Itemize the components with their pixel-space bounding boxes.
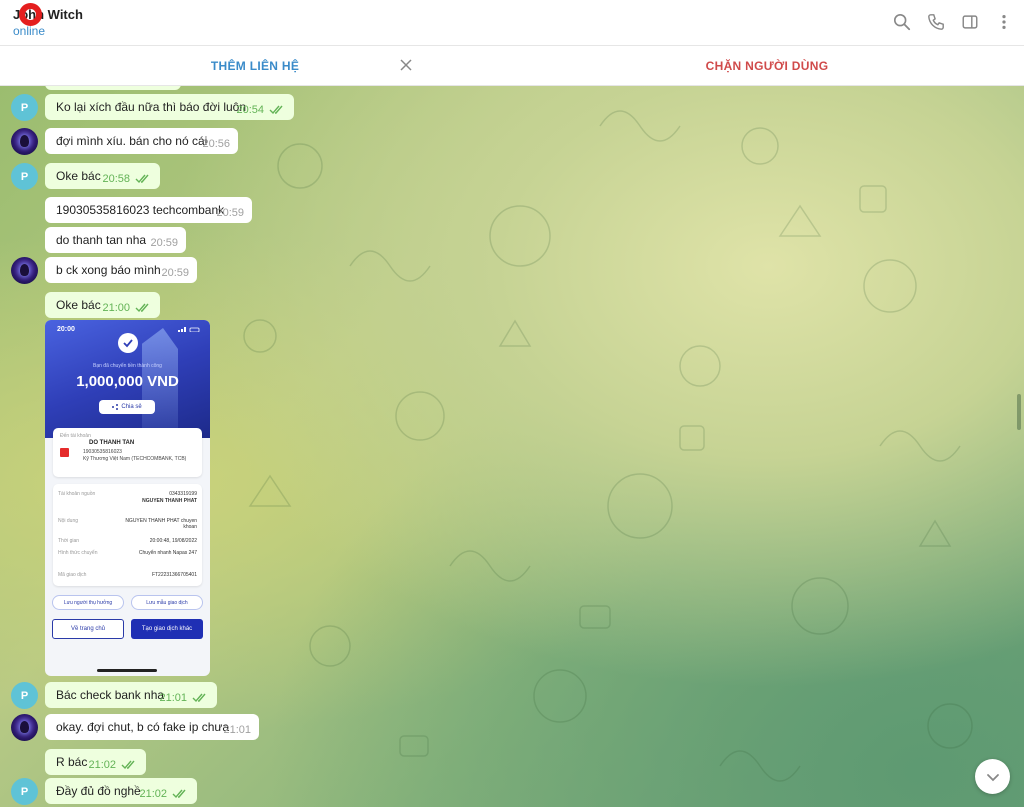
- home-indicator: [97, 669, 157, 672]
- previous-message-stub: [45, 86, 181, 90]
- phone-icon[interactable]: [926, 12, 946, 32]
- txn-value: FT22231366705401: [151, 572, 197, 578]
- time-value: 20:00:48, 19/08/2022: [149, 538, 197, 544]
- source-name: NGUYEN THANH PHAT: [142, 498, 197, 504]
- recipient-bank: Kỹ Thương Việt Nam (TECHCOMBANK, TCB): [83, 456, 187, 462]
- share-label: Chia sẻ: [121, 404, 142, 410]
- message-time: 20:59: [216, 207, 244, 219]
- message-time: 21:02: [139, 788, 167, 800]
- double-check-icon: [172, 789, 186, 799]
- save-beneficiary-button: Lưu người thụ hưởng: [52, 595, 124, 610]
- home-button: Về trang chủ: [52, 619, 124, 639]
- double-check-icon: [192, 693, 206, 703]
- time-label: Thời gian: [58, 538, 80, 544]
- source-label: Tài khoản nguồn: [58, 491, 96, 497]
- message-text: đợi mình xíu. bán cho nó cái: [56, 134, 208, 148]
- message-time: 20:56: [202, 138, 230, 150]
- message-bubble[interactable]: đợi mình xíu. bán cho nó cái 20:56: [45, 128, 238, 154]
- source-account: 0343319199: [169, 491, 197, 497]
- message-bubble[interactable]: Oke bác 21:00: [45, 292, 160, 318]
- avatar[interactable]: [11, 714, 38, 741]
- double-check-icon: [269, 105, 283, 115]
- avatar-initial: P: [20, 785, 29, 798]
- double-check-icon: [121, 760, 135, 770]
- avatar[interactable]: [11, 128, 38, 155]
- message-time: 21:00: [102, 302, 130, 314]
- message-bubble[interactable]: Bác check bank nha 21:01: [45, 682, 217, 708]
- avatar[interactable]: P: [11, 163, 38, 190]
- chevron-down-icon: [986, 773, 999, 781]
- transaction-details-card: Tài khoản nguồn 0343319199 NGUYEN THANH …: [53, 484, 202, 586]
- check-circle-icon: [118, 333, 138, 353]
- message-time: 21:01: [159, 692, 187, 704]
- save-template-button: Lưu mẫu giao dịch: [131, 595, 203, 610]
- double-check-icon: [135, 174, 149, 184]
- message-text: b ck xong báo mình: [56, 263, 161, 277]
- close-icon[interactable]: [398, 57, 414, 73]
- message-bubble[interactable]: do thanh tan nha 20:59: [45, 227, 186, 253]
- message-list[interactable]: P Ko lại xích đầu nữa thì báo đời luôn 2…: [0, 86, 1024, 807]
- message-bubble[interactable]: R bác 21:02: [45, 749, 146, 775]
- scroll-to-bottom-button[interactable]: [975, 759, 1010, 794]
- recipient-account: 19030535816023: [83, 449, 122, 455]
- receipt-subtitle: Bạn đã chuyển tiền thành công: [93, 363, 162, 369]
- avatar-initial: P: [20, 689, 29, 702]
- double-check-icon: [135, 303, 149, 313]
- avatar[interactable]: [11, 257, 38, 284]
- transfer-receipt-image[interactable]: 20:00 Bạn đã chuyển tiền thành công 1,00…: [45, 320, 210, 676]
- message-time: 21:02: [88, 759, 116, 771]
- chat-header: John Witch online: [0, 0, 1024, 46]
- bank-logo-icon: [60, 448, 69, 457]
- message-time: 20:59: [150, 237, 178, 249]
- recording-indicator: [19, 3, 42, 26]
- block-user-button[interactable]: CHẶN NGƯỜI DÙNG: [510, 59, 1024, 73]
- message-text: Oke bác: [56, 298, 101, 312]
- contact-action-bar: THÊM LIÊN HỆ CHẶN NGƯỜI DÙNG: [0, 46, 1024, 86]
- message-time: 20:59: [161, 267, 189, 279]
- avatar[interactable]: P: [11, 94, 38, 121]
- message-bubble[interactable]: Đầy đủ đồ nghề 21:02: [45, 778, 197, 804]
- message-text: do thanh tan nha: [56, 233, 147, 247]
- message-text: Bác check bank nha: [56, 688, 165, 702]
- recipient-card: Đến tài khoản DO THANH TAN 1903053581602…: [53, 428, 202, 477]
- scrollbar[interactable]: [1017, 394, 1021, 430]
- avatar-initial: P: [20, 101, 29, 114]
- content-value: NGUYEN THANH PHAT chuyen khoan: [125, 518, 197, 530]
- message-text: okay. đợi chut, b có fake ip chưa: [56, 720, 230, 734]
- message-bubble[interactable]: Ko lại xích đầu nữa thì báo đời luôn 20:…: [45, 94, 294, 120]
- sidebar-icon[interactable]: [960, 12, 980, 32]
- content-label: Nội dung: [58, 518, 79, 524]
- message-time: 20:54: [236, 104, 264, 116]
- search-icon[interactable]: [892, 12, 912, 32]
- message-text: 19030535816023 techcombank: [56, 203, 225, 217]
- signal-icon: [178, 327, 200, 332]
- message-text: Ko lại xích đầu nữa thì báo đời luôn: [56, 100, 247, 114]
- share-icon: [112, 404, 119, 410]
- phone-clock: 20:00: [57, 326, 75, 333]
- new-transaction-button: Tạo giao dịch khác: [131, 619, 203, 639]
- message-text: Oke bác: [56, 169, 101, 183]
- method-label: Hình thức chuyển: [58, 550, 98, 556]
- message-bubble[interactable]: okay. đợi chut, b có fake ip chưa 21:01: [45, 714, 259, 740]
- message-bubble[interactable]: 19030535816023 techcombank 20:59: [45, 197, 252, 223]
- method-value: Chuyển nhanh Napas 247: [138, 550, 197, 556]
- avatar[interactable]: P: [11, 682, 38, 709]
- header-toolbar: [892, 12, 1014, 32]
- message-text: R bác: [56, 755, 88, 769]
- to-account-label: Đến tài khoản: [60, 433, 91, 439]
- message-bubble[interactable]: Oke bác 20:58: [45, 163, 160, 189]
- avatar[interactable]: P: [11, 778, 38, 805]
- avatar-initial: P: [20, 170, 29, 183]
- more-vertical-icon[interactable]: [994, 12, 1014, 32]
- message-text: Đầy đủ đồ nghề: [56, 784, 141, 798]
- message-bubble[interactable]: b ck xong báo mình 20:59: [45, 257, 197, 283]
- message-time: 21:01: [223, 724, 251, 736]
- contact-status: online: [13, 24, 46, 38]
- message-time: 20:58: [102, 173, 130, 185]
- txn-label: Mã giao dịch: [58, 572, 87, 578]
- share-button: Chia sẻ: [99, 400, 155, 414]
- recipient-name: DO THANH TAN: [89, 440, 135, 446]
- receipt-amount: 1,000,000 VND: [76, 373, 179, 390]
- add-contact-button[interactable]: THÊM LIÊN HỆ: [0, 59, 510, 73]
